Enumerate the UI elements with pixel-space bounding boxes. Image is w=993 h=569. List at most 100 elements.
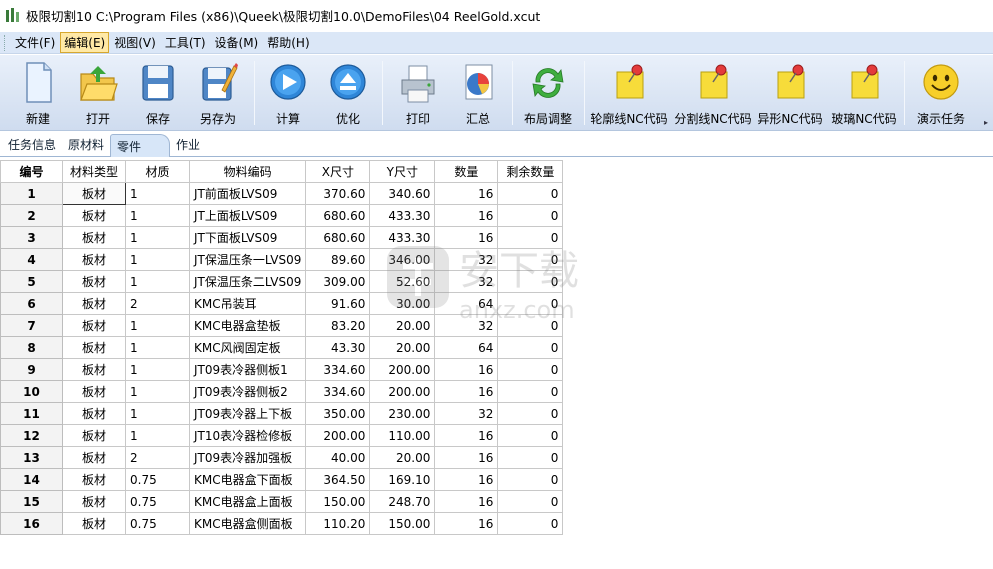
item-code-cell[interactable]: KMC电器盒垫板 — [188, 314, 307, 337]
remaining-cell[interactable]: 0 — [497, 380, 564, 403]
remaining-cell[interactable]: 0 — [497, 512, 564, 535]
column-header-id[interactable]: 编号 — [0, 160, 63, 183]
item-code-cell[interactable]: KMC电器盒上面板 — [188, 490, 307, 513]
x-size-cell[interactable]: 309.00 — [305, 270, 371, 293]
item-code-cell[interactable]: JT上面板LVS09 — [188, 204, 307, 227]
shape-nc-button[interactable]: 异形NC代码 — [757, 55, 823, 131]
tab-parts[interactable]: 零件 — [110, 134, 171, 157]
material-cell[interactable]: 2 — [125, 446, 190, 469]
remaining-cell[interactable]: 0 — [497, 402, 564, 425]
summary-button[interactable]: 汇总 — [454, 55, 502, 131]
x-size-cell[interactable]: 364.50 — [305, 468, 371, 491]
material-type-cell[interactable]: 板材 — [62, 468, 126, 491]
column-header-quantity[interactable]: 数量 — [434, 160, 499, 183]
table-row[interactable]: 11 板材 1 JT09表冷器上下板 350.00 230.00 32 0 — [0, 402, 564, 425]
material-type-cell[interactable]: 板材 — [62, 490, 126, 513]
quantity-cell[interactable]: 16 — [434, 490, 499, 513]
menu-tools[interactable]: 工具(T) — [161, 32, 210, 53]
remaining-cell[interactable]: 0 — [497, 314, 564, 337]
item-code-cell[interactable]: JT09表冷器上下板 — [188, 402, 307, 425]
material-cell[interactable]: 0.75 — [125, 468, 190, 491]
row-number[interactable]: 12 — [0, 424, 63, 447]
quantity-cell[interactable]: 16 — [434, 182, 499, 205]
table-row[interactable]: 7 板材 1 KMC电器盒垫板 83.20 20.00 32 0 — [0, 314, 564, 337]
x-size-cell[interactable]: 350.00 — [305, 402, 371, 425]
material-cell[interactable]: 1 — [125, 336, 190, 359]
y-size-cell[interactable]: 340.60 — [369, 182, 436, 205]
remaining-cell[interactable]: 0 — [497, 292, 564, 315]
material-type-cell[interactable]: 板材 — [62, 446, 126, 469]
x-size-cell[interactable]: 334.60 — [305, 358, 371, 381]
row-number[interactable]: 5 — [0, 270, 63, 293]
tab-task-info[interactable]: 任务信息 — [2, 133, 62, 156]
item-code-cell[interactable]: JT09表冷器侧板1 — [188, 358, 307, 381]
y-size-cell[interactable]: 150.00 — [369, 512, 436, 535]
item-code-cell[interactable]: JT09表冷器侧板2 — [188, 380, 307, 403]
y-size-cell[interactable]: 110.00 — [369, 424, 436, 447]
quantity-cell[interactable]: 16 — [434, 424, 499, 447]
row-number[interactable]: 3 — [0, 226, 63, 249]
menu-edit[interactable]: 编辑(E) — [60, 32, 110, 53]
item-code-cell[interactable]: KMC电器盒侧面板 — [188, 512, 307, 535]
quantity-cell[interactable]: 16 — [434, 468, 499, 491]
table-row[interactable]: 12 板材 1 JT10表冷器检修板 200.00 110.00 16 0 — [0, 424, 564, 447]
row-number[interactable]: 6 — [0, 292, 63, 315]
material-type-cell[interactable]: 板材 — [62, 314, 126, 337]
x-size-cell[interactable]: 680.60 — [305, 226, 371, 249]
table-row[interactable]: 6 板材 2 KMC吊装耳 91.60 30.00 64 0 — [0, 292, 564, 315]
open-button[interactable]: 打开 — [72, 55, 124, 131]
table-row[interactable]: 4 板材 1 JT保温压条一LVS09 89.60 346.00 32 0 — [0, 248, 564, 271]
row-number[interactable]: 11 — [0, 402, 63, 425]
material-type-cell[interactable]: 板材 — [62, 226, 126, 249]
quantity-cell[interactable]: 32 — [434, 270, 499, 293]
y-size-cell[interactable]: 248.70 — [369, 490, 436, 513]
row-number[interactable]: 4 — [0, 248, 63, 271]
material-type-cell[interactable]: 板材 — [62, 204, 126, 227]
table-row[interactable]: 9 板材 1 JT09表冷器侧板1 334.60 200.00 16 0 — [0, 358, 564, 381]
quantity-cell[interactable]: 32 — [434, 402, 499, 425]
material-cell[interactable]: 1 — [125, 270, 190, 293]
item-code-cell[interactable]: JT保温压条二LVS09 — [188, 270, 307, 293]
y-size-cell[interactable]: 30.00 — [369, 292, 436, 315]
material-cell[interactable]: 1 — [125, 226, 190, 249]
split-nc-button[interactable]: 分割线NC代码 — [674, 55, 752, 131]
column-header-item-code[interactable]: 物料编码 — [188, 160, 307, 183]
calculate-button[interactable]: 计算 — [264, 55, 312, 131]
row-number[interactable]: 2 — [0, 204, 63, 227]
y-size-cell[interactable]: 230.00 — [369, 402, 436, 425]
contour-nc-button[interactable]: 轮廓线NC代码 — [590, 55, 668, 131]
remaining-cell[interactable]: 0 — [497, 468, 564, 491]
x-size-cell[interactable]: 200.00 — [305, 424, 371, 447]
print-button[interactable]: 打印 — [394, 55, 442, 131]
x-size-cell[interactable]: 370.60 — [305, 182, 371, 205]
quantity-cell[interactable]: 16 — [434, 226, 499, 249]
x-size-cell[interactable]: 334.60 — [305, 380, 371, 403]
remaining-cell[interactable]: 0 — [497, 424, 564, 447]
x-size-cell[interactable]: 43.30 — [305, 336, 371, 359]
remaining-cell[interactable]: 0 — [497, 248, 564, 271]
optimize-button[interactable]: 优化 — [324, 55, 372, 131]
table-row[interactable]: 2 板材 1 JT上面板LVS09 680.60 433.30 16 0 — [0, 204, 564, 227]
y-size-cell[interactable]: 20.00 — [369, 314, 436, 337]
y-size-cell[interactable]: 346.00 — [369, 248, 436, 271]
remaining-cell[interactable]: 0 — [497, 446, 564, 469]
save-button[interactable]: 保存 — [134, 55, 182, 131]
table-row[interactable]: 13 板材 2 JT09表冷器加强板 40.00 20.00 16 0 — [0, 446, 564, 469]
material-type-cell[interactable]: 板材 — [62, 358, 126, 381]
row-number[interactable]: 7 — [0, 314, 63, 337]
quantity-cell[interactable]: 16 — [434, 446, 499, 469]
remaining-cell[interactable]: 0 — [497, 204, 564, 227]
row-number[interactable]: 13 — [0, 446, 63, 469]
material-cell[interactable]: 1 — [125, 358, 190, 381]
menu-view[interactable]: 视图(V) — [110, 32, 160, 53]
material-type-cell[interactable]: 板材 — [62, 292, 126, 315]
row-number[interactable]: 14 — [0, 468, 63, 491]
demo-task-button[interactable]: 演示任务 — [912, 55, 970, 131]
y-size-cell[interactable]: 433.30 — [369, 226, 436, 249]
remaining-cell[interactable]: 0 — [497, 226, 564, 249]
material-type-cell[interactable]: 板材 — [62, 336, 126, 359]
quantity-cell[interactable]: 64 — [434, 292, 499, 315]
quantity-cell[interactable]: 16 — [434, 204, 499, 227]
material-type-cell[interactable]: 板材 — [62, 402, 126, 425]
material-cell[interactable]: 0.75 — [125, 512, 190, 535]
